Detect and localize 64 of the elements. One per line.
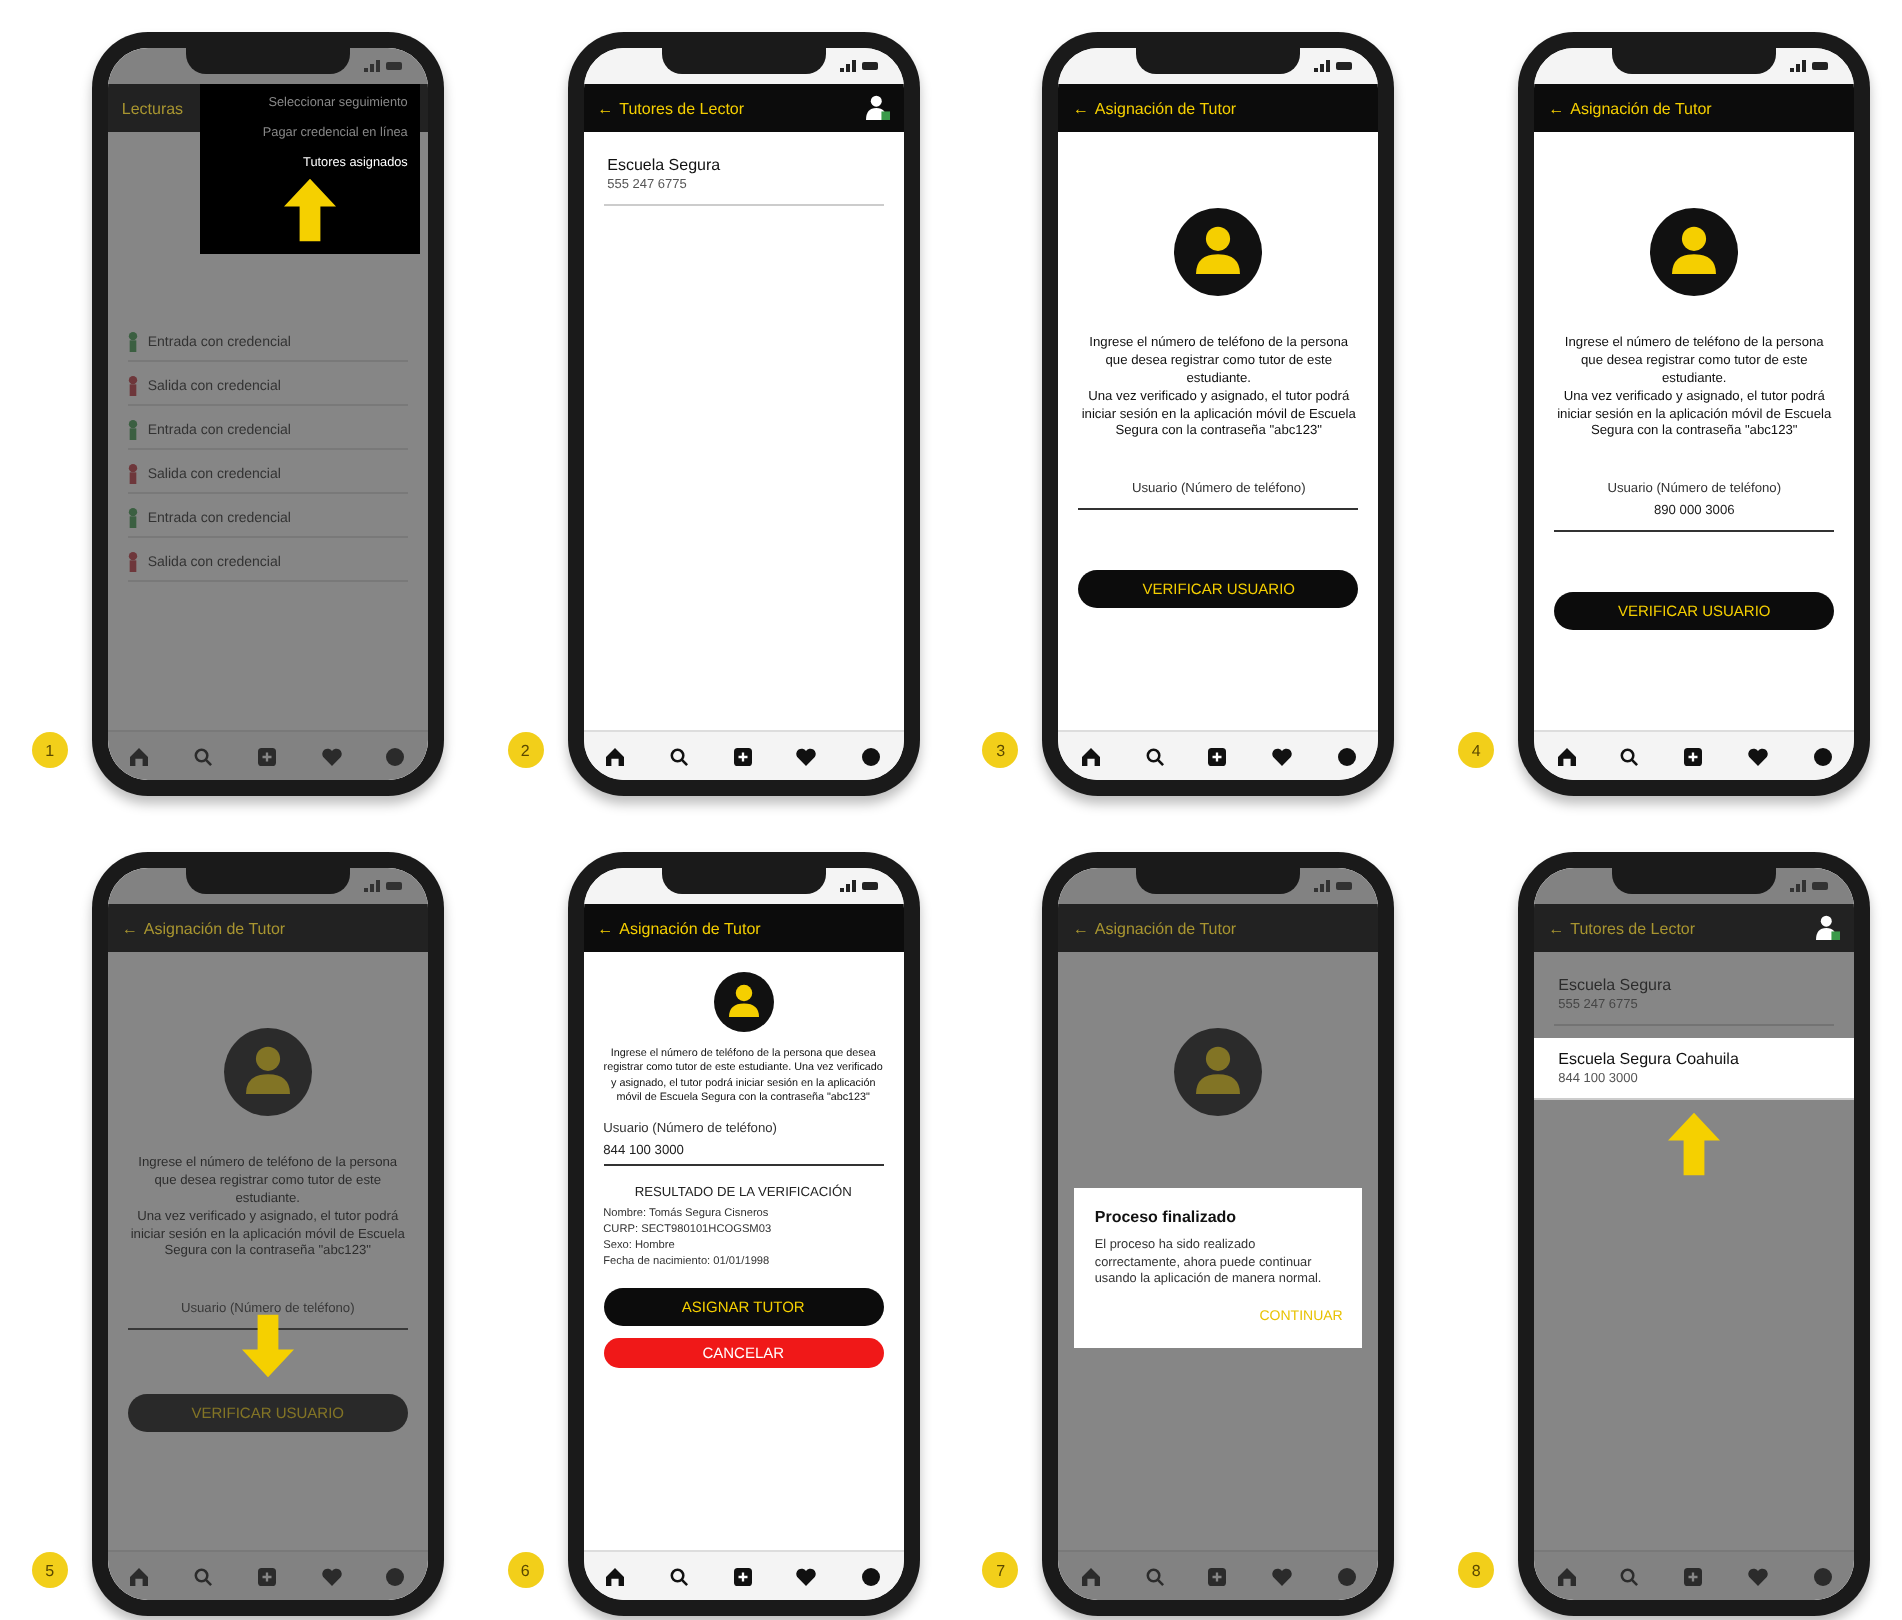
- screen-title: Asignación de Tutor: [619, 919, 761, 937]
- back-arrow[interactable]: ←: [597, 99, 614, 117]
- plus-square-icon[interactable]: [733, 747, 752, 765]
- add-person-icon[interactable]: [1816, 914, 1841, 942]
- home-icon[interactable]: [1557, 747, 1576, 765]
- profile-icon[interactable]: [862, 747, 881, 765]
- avatar-icon: [1650, 208, 1739, 296]
- step-number: 7: [982, 1552, 1019, 1588]
- dialog-title: Proceso finalizado: [1094, 1208, 1239, 1226]
- plus-square-icon[interactable]: [733, 1567, 752, 1585]
- back-arrow[interactable]: ←: [1072, 919, 1089, 937]
- avatar-icon: [1174, 1028, 1263, 1116]
- signal-battery-icon: [1314, 880, 1355, 892]
- step-number: 8: [1458, 1552, 1495, 1588]
- screen-title: Lecturas: [121, 99, 184, 117]
- screen-title: Asignación de Tutor: [1094, 99, 1237, 117]
- screen-title: Tutores de Lector: [619, 99, 745, 117]
- step-number: 3: [982, 732, 1019, 768]
- profile-icon[interactable]: [862, 1567, 881, 1585]
- back-arrow[interactable]: ←: [1548, 99, 1565, 117]
- signal-battery-icon: [363, 880, 404, 892]
- tutor-name: Escuela Segura Coahuila: [1558, 1050, 1741, 1068]
- step-number: 4: [1458, 732, 1495, 768]
- back-arrow[interactable]: ←: [1548, 919, 1565, 937]
- step-number: 2: [507, 732, 544, 768]
- signal-battery-icon: [363, 60, 404, 72]
- avatar-icon: [1174, 208, 1263, 296]
- profile-icon[interactable]: [1813, 747, 1832, 765]
- signal-battery-icon: [839, 60, 880, 72]
- home-icon[interactable]: [606, 1567, 625, 1585]
- back-arrow[interactable]: ←: [1072, 99, 1089, 117]
- signal-battery-icon: [1790, 60, 1831, 72]
- screen-title: Tutores de Lector: [1570, 919, 1696, 937]
- signal-battery-icon: [1314, 60, 1355, 72]
- profile-icon[interactable]: [1337, 747, 1356, 765]
- plus-square-icon[interactable]: [1208, 747, 1227, 765]
- back-arrow[interactable]: ←: [597, 919, 614, 937]
- tutor-name: Escuela Segura: [1558, 976, 1674, 994]
- search-icon[interactable]: [1620, 747, 1639, 765]
- step-number: 5: [31, 1552, 68, 1588]
- step-number: 1: [31, 732, 68, 768]
- heart-icon[interactable]: [1272, 747, 1293, 765]
- avatar-icon: [223, 1028, 312, 1116]
- home-icon[interactable]: [606, 747, 625, 765]
- heart-icon[interactable]: [796, 1567, 817, 1585]
- up-arrow-icon: [1668, 1112, 1721, 1176]
- step-number: 6: [507, 1552, 544, 1588]
- back-arrow[interactable]: ←: [121, 919, 138, 937]
- signal-battery-icon: [1790, 880, 1831, 892]
- tutor-name: Escuela Segura: [607, 156, 723, 174]
- avatar-icon: [713, 972, 774, 1032]
- search-icon[interactable]: [669, 1567, 688, 1585]
- signal-battery-icon: [839, 880, 880, 892]
- heart-icon[interactable]: [796, 747, 817, 765]
- search-icon[interactable]: [669, 747, 688, 765]
- plus-square-icon[interactable]: [1684, 747, 1703, 765]
- home-icon[interactable]: [1081, 747, 1100, 765]
- add-person-icon[interactable]: [865, 94, 890, 122]
- screen-title: Asignación de Tutor: [1570, 99, 1712, 117]
- screen-title: Asignación de Tutor: [1094, 919, 1237, 937]
- search-icon[interactable]: [1145, 747, 1164, 765]
- screen-title: Asignación de Tutor: [143, 919, 286, 937]
- down-arrow-icon: [241, 1314, 294, 1379]
- heart-icon[interactable]: [1747, 747, 1768, 765]
